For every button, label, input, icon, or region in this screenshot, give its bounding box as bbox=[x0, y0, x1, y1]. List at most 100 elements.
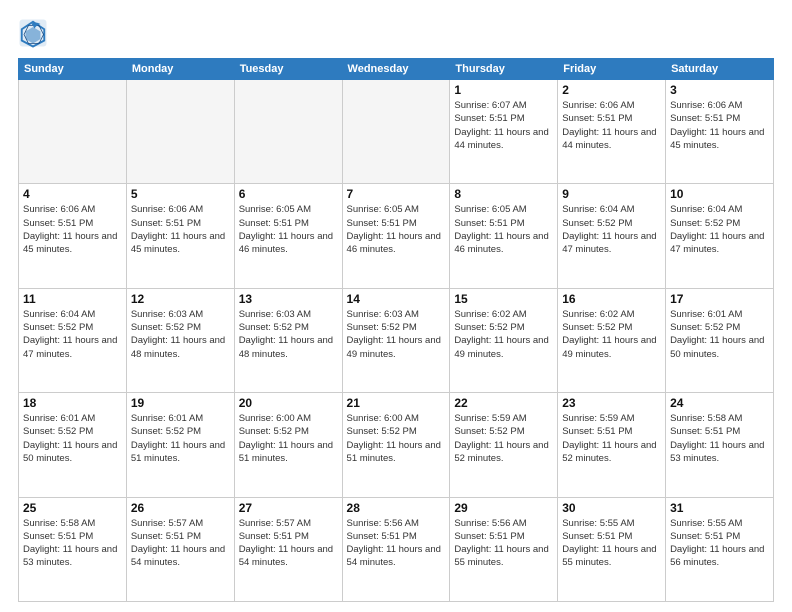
day-number: 2 bbox=[562, 83, 661, 97]
page: Sunday Monday Tuesday Wednesday Thursday… bbox=[0, 0, 792, 612]
day-info: Sunrise: 6:01 AMSunset: 5:52 PMDaylight:… bbox=[131, 412, 230, 465]
day-number: 16 bbox=[562, 292, 661, 306]
table-row: 26Sunrise: 5:57 AMSunset: 5:51 PMDayligh… bbox=[126, 497, 234, 601]
day-number: 25 bbox=[23, 501, 122, 515]
header bbox=[18, 18, 774, 48]
day-number: 12 bbox=[131, 292, 230, 306]
day-info: Sunrise: 6:00 AMSunset: 5:52 PMDaylight:… bbox=[239, 412, 338, 465]
table-row: 20 Sunrise: 6:00 AMSunset: 5:52 PMDayligh… bbox=[234, 393, 342, 497]
day-info: Sunrise: 6:00 AMSunset: 5:52 PMDaylight:… bbox=[347, 412, 446, 465]
day-info: Sunrise: 5:55 AMSunset: 5:51 PMDaylight:… bbox=[670, 517, 769, 570]
day-info: Sunrise: 5:59 AMSunset: 5:51 PMDaylight:… bbox=[562, 412, 661, 465]
col-saturday: Saturday bbox=[666, 59, 774, 80]
table-row: 16Sunrise: 6:02 AMSunset: 5:52 PMDayligh… bbox=[558, 288, 666, 392]
day-info: Sunrise: 6:01 AMSunset: 5:52 PMDaylight:… bbox=[670, 308, 769, 361]
table-row: 28 Sunrise: 5:56 AMSunset: 5:51 PMDayligh… bbox=[342, 497, 450, 601]
day-info: Sunrise: 5:59 AMSunset: 5:52 PMDaylight:… bbox=[454, 412, 553, 465]
col-monday: Monday bbox=[126, 59, 234, 80]
table-row: 13 Sunrise: 6:03 AMSunset: 5:52 PMDayligh… bbox=[234, 288, 342, 392]
table-row: 21 Sunrise: 6:00 AMSunset: 5:52 PMDayligh… bbox=[342, 393, 450, 497]
calendar-table: Sunday Monday Tuesday Wednesday Thursday… bbox=[18, 58, 774, 602]
day-info: Sunrise: 6:06 AMSunset: 5:51 PMDaylight:… bbox=[23, 203, 122, 256]
col-thursday: Thursday bbox=[450, 59, 558, 80]
table-row: 19 Sunrise: 6:01 AMSunset: 5:52 PMDayligh… bbox=[126, 393, 234, 497]
day-info: Sunrise: 5:55 AMSunset: 5:51 PMDaylight:… bbox=[562, 517, 661, 570]
table-row bbox=[234, 80, 342, 184]
table-row: 27 Sunrise: 5:57 AMSunset: 5:51 PMDayligh… bbox=[234, 497, 342, 601]
day-info: Sunrise: 5:57 AMSunset: 5:51 PMDaylight:… bbox=[239, 517, 338, 570]
table-row: 23Sunrise: 5:59 AMSunset: 5:51 PMDayligh… bbox=[558, 393, 666, 497]
day-number: 22 bbox=[454, 396, 553, 410]
day-number: 5 bbox=[131, 187, 230, 201]
day-number: 24 bbox=[670, 396, 769, 410]
table-row bbox=[342, 80, 450, 184]
day-number: 13 bbox=[239, 292, 338, 306]
day-info: Sunrise: 6:04 AMSunset: 5:52 PMDaylight:… bbox=[23, 308, 122, 361]
table-row: 15 Sunrise: 6:02 AMSunset: 5:52 PMDayligh… bbox=[450, 288, 558, 392]
day-info: Sunrise: 6:03 AMSunset: 5:52 PMDaylight:… bbox=[131, 308, 230, 361]
day-info: Sunrise: 5:58 AMSunset: 5:51 PMDaylight:… bbox=[670, 412, 769, 465]
day-info: Sunrise: 5:57 AMSunset: 5:51 PMDaylight:… bbox=[131, 517, 230, 570]
day-number: 9 bbox=[562, 187, 661, 201]
day-number: 29 bbox=[454, 501, 553, 515]
day-number: 28 bbox=[347, 501, 446, 515]
calendar-week-row: 1Sunrise: 6:07 AMSunset: 5:51 PMDaylight… bbox=[19, 80, 774, 184]
day-number: 11 bbox=[23, 292, 122, 306]
calendar-header-row: Sunday Monday Tuesday Wednesday Thursday… bbox=[19, 59, 774, 80]
table-row: 10Sunrise: 6:04 AMSunset: 5:52 PMDayligh… bbox=[666, 184, 774, 288]
day-info: Sunrise: 6:05 AMSunset: 5:51 PMDaylight:… bbox=[454, 203, 553, 256]
day-number: 19 bbox=[131, 396, 230, 410]
day-info: Sunrise: 6:03 AMSunset: 5:52 PMDaylight:… bbox=[239, 308, 338, 361]
day-info: Sunrise: 6:04 AMSunset: 5:52 PMDaylight:… bbox=[562, 203, 661, 256]
day-info: Sunrise: 6:05 AMSunset: 5:51 PMDaylight:… bbox=[239, 203, 338, 256]
table-row: 9 Sunrise: 6:04 AMSunset: 5:52 PMDaylight… bbox=[558, 184, 666, 288]
day-info: Sunrise: 5:56 AMSunset: 5:51 PMDaylight:… bbox=[347, 517, 446, 570]
col-tuesday: Tuesday bbox=[234, 59, 342, 80]
table-row: 14 Sunrise: 6:03 AMSunset: 5:52 PMDayligh… bbox=[342, 288, 450, 392]
day-number: 6 bbox=[239, 187, 338, 201]
day-number: 20 bbox=[239, 396, 338, 410]
day-info: Sunrise: 6:03 AMSunset: 5:52 PMDaylight:… bbox=[347, 308, 446, 361]
logo-icon bbox=[18, 18, 48, 48]
day-info: Sunrise: 6:06 AMSunset: 5:51 PMDaylight:… bbox=[131, 203, 230, 256]
table-row: 18 Sunrise: 6:01 AMSunset: 5:52 PMDayligh… bbox=[19, 393, 127, 497]
day-number: 7 bbox=[347, 187, 446, 201]
table-row: 25Sunrise: 5:58 AMSunset: 5:51 PMDayligh… bbox=[19, 497, 127, 601]
day-info: Sunrise: 6:05 AMSunset: 5:51 PMDaylight:… bbox=[347, 203, 446, 256]
table-row: 17 Sunrise: 6:01 AMSunset: 5:52 PMDayligh… bbox=[666, 288, 774, 392]
day-info: Sunrise: 6:01 AMSunset: 5:52 PMDaylight:… bbox=[23, 412, 122, 465]
col-friday: Friday bbox=[558, 59, 666, 80]
col-wednesday: Wednesday bbox=[342, 59, 450, 80]
day-number: 4 bbox=[23, 187, 122, 201]
table-row: 4 Sunrise: 6:06 AMSunset: 5:51 PMDaylight… bbox=[19, 184, 127, 288]
day-number: 31 bbox=[670, 501, 769, 515]
table-row: 11 Sunrise: 6:04 AMSunset: 5:52 PMDayligh… bbox=[19, 288, 127, 392]
day-info: Sunrise: 6:02 AMSunset: 5:52 PMDaylight:… bbox=[454, 308, 553, 361]
col-sunday: Sunday bbox=[19, 59, 127, 80]
table-row bbox=[19, 80, 127, 184]
day-number: 21 bbox=[347, 396, 446, 410]
table-row: 5 Sunrise: 6:06 AMSunset: 5:51 PMDaylight… bbox=[126, 184, 234, 288]
day-info: Sunrise: 5:56 AMSunset: 5:51 PMDaylight:… bbox=[454, 517, 553, 570]
table-row: 8 Sunrise: 6:05 AMSunset: 5:51 PMDaylight… bbox=[450, 184, 558, 288]
table-row: 2 Sunrise: 6:06 AMSunset: 5:51 PMDaylight… bbox=[558, 80, 666, 184]
table-row: 29 Sunrise: 5:56 AMSunset: 5:51 PMDayligh… bbox=[450, 497, 558, 601]
table-row: 24 Sunrise: 5:58 AMSunset: 5:51 PMDayligh… bbox=[666, 393, 774, 497]
day-number: 17 bbox=[670, 292, 769, 306]
table-row bbox=[126, 80, 234, 184]
table-row: 7 Sunrise: 6:05 AMSunset: 5:51 PMDaylight… bbox=[342, 184, 450, 288]
day-number: 27 bbox=[239, 501, 338, 515]
day-number: 8 bbox=[454, 187, 553, 201]
calendar-week-row: 4 Sunrise: 6:06 AMSunset: 5:51 PMDaylight… bbox=[19, 184, 774, 288]
day-number: 14 bbox=[347, 292, 446, 306]
table-row: 22 Sunrise: 5:59 AMSunset: 5:52 PMDayligh… bbox=[450, 393, 558, 497]
calendar-week-row: 25Sunrise: 5:58 AMSunset: 5:51 PMDayligh… bbox=[19, 497, 774, 601]
logo bbox=[18, 18, 52, 48]
day-number: 18 bbox=[23, 396, 122, 410]
day-number: 15 bbox=[454, 292, 553, 306]
table-row: 12 Sunrise: 6:03 AMSunset: 5:52 PMDayligh… bbox=[126, 288, 234, 392]
day-info: Sunrise: 6:06 AMSunset: 5:51 PMDaylight:… bbox=[562, 99, 661, 152]
table-row: 3Sunrise: 6:06 AMSunset: 5:51 PMDaylight… bbox=[666, 80, 774, 184]
day-number: 10 bbox=[670, 187, 769, 201]
calendar-week-row: 11 Sunrise: 6:04 AMSunset: 5:52 PMDayligh… bbox=[19, 288, 774, 392]
